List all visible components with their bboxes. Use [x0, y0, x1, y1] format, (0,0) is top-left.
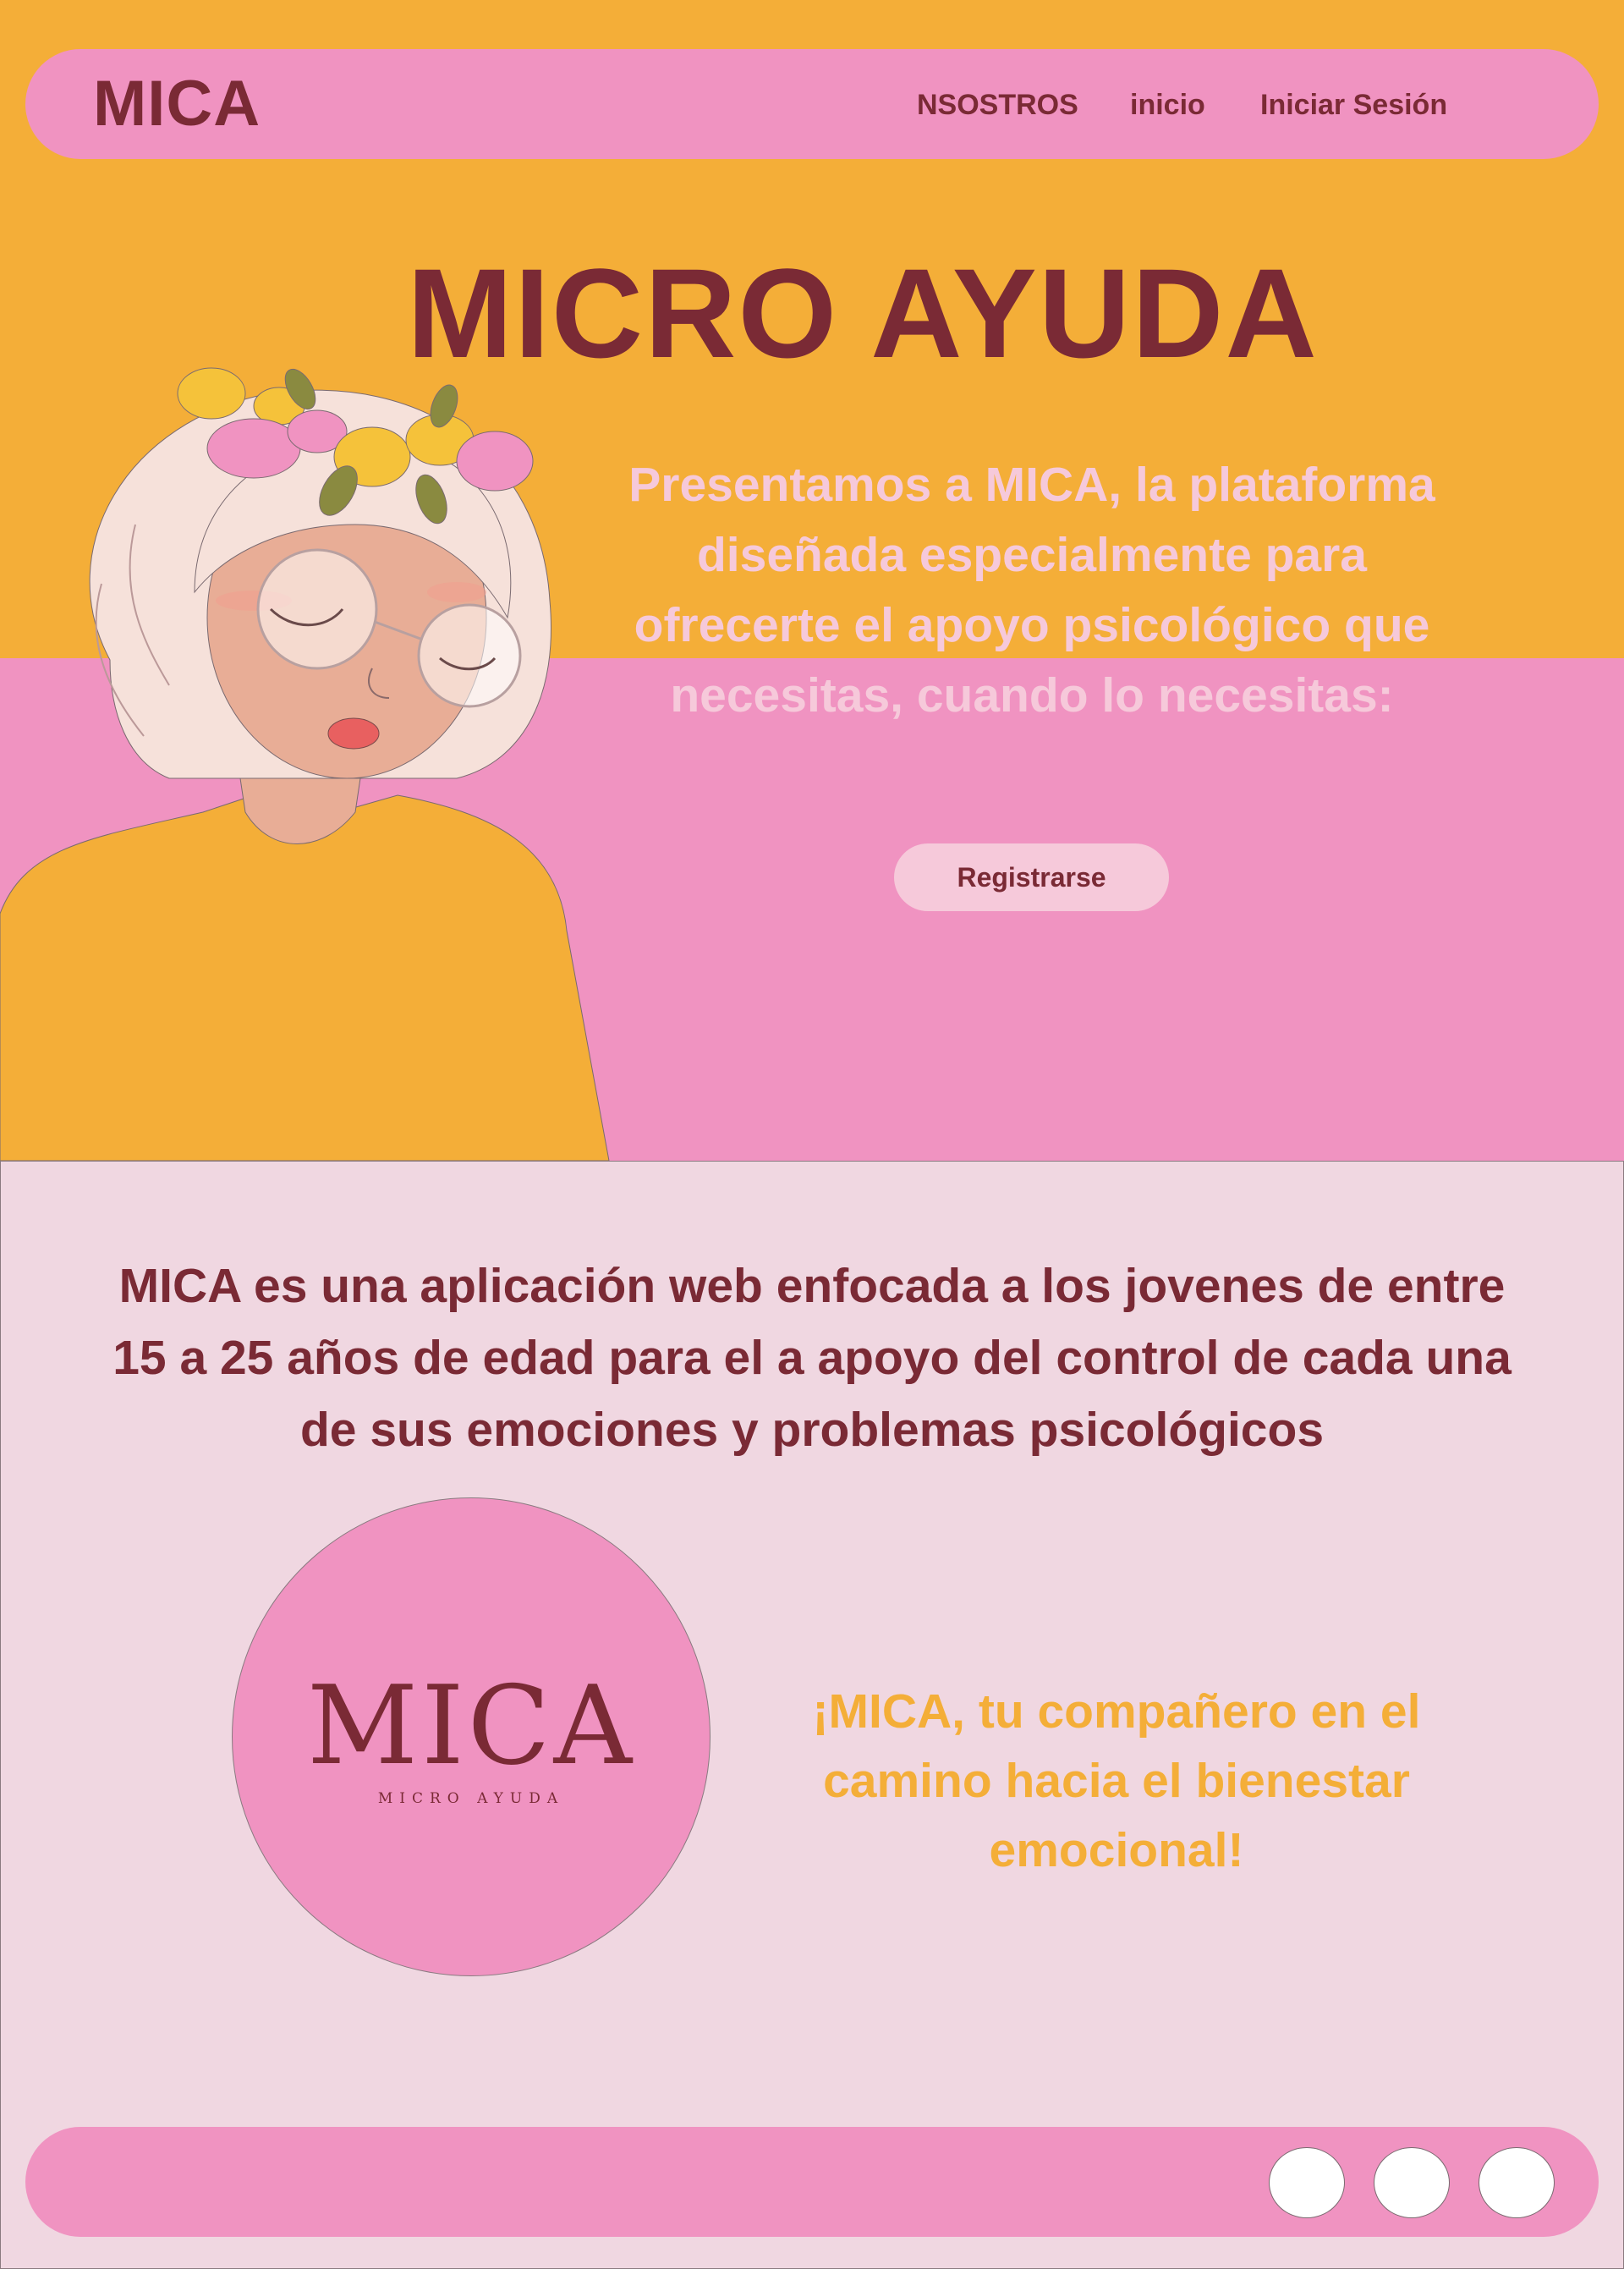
logo-wordmark: MICA — [307, 1663, 635, 1789]
top-navbar: MICA NSOSTROS inicio Iniciar Sesión — [25, 49, 1599, 159]
mouth-shape — [327, 717, 380, 750]
nav-item-inicio[interactable]: inicio — [1130, 88, 1205, 122]
footer-bar — [25, 2127, 1599, 2237]
mica-logo-circle: MICA MICRO AYUDA — [232, 1497, 710, 1976]
blush-right — [427, 582, 486, 602]
glasses-lens-right — [417, 603, 522, 708]
register-button[interactable]: Registrarse — [894, 843, 1169, 911]
social-button-2[interactable] — [1374, 2147, 1450, 2218]
social-button-1[interactable] — [1269, 2147, 1345, 2218]
tagline: ¡MICA, tu compañero en el camino hacia e… — [812, 1684, 1421, 1877]
hero-title: MICRO AYUDA — [407, 242, 1319, 384]
brand-logo[interactable]: MICA — [93, 68, 261, 140]
shirt-shape — [0, 794, 610, 1161]
girl-illustration — [0, 367, 610, 1161]
logo-subtitle: MICRO AYUDA — [377, 1790, 565, 1807]
nav-item-iniciar-sesion[interactable]: Iniciar Sesión — [1260, 88, 1447, 122]
glasses-lens-left — [256, 548, 378, 670]
social-button-3[interactable] — [1479, 2147, 1555, 2218]
hero-description: Presentamos a MICA, la plataforma diseña… — [628, 458, 1435, 722]
nav-item-nosotros[interactable]: NSOSTROS — [917, 88, 1078, 122]
about-description: MICA es una aplicación web enfocada a lo… — [112, 1259, 1512, 1457]
